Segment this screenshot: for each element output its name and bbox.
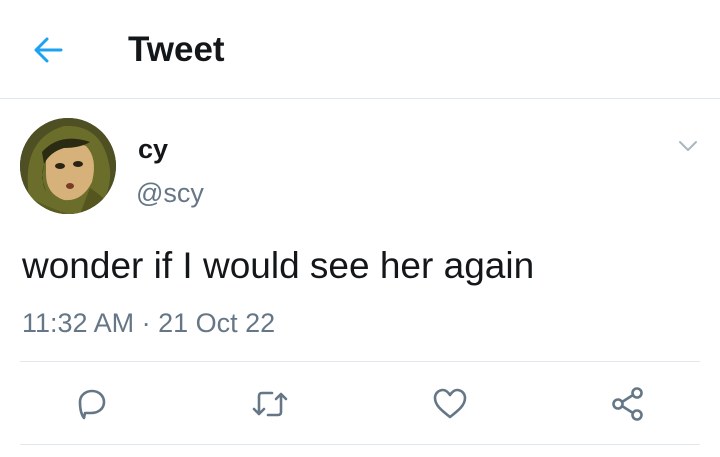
tweet-text: wonder if I would see her again	[22, 245, 535, 286]
author-display-name[interactable]: cy	[138, 133, 168, 165]
reply-icon	[78, 389, 106, 420]
tweet-date: 21 Oct 22	[158, 308, 276, 338]
more-options-button[interactable]	[668, 128, 708, 164]
chevron-down-icon	[679, 141, 697, 151]
share-icon	[612, 387, 643, 421]
heart-icon	[433, 388, 467, 419]
tweet-time: 11:32 AM	[22, 308, 135, 338]
arrow-left-icon	[34, 37, 63, 63]
retweet-icon	[252, 391, 288, 417]
page-title: Tweet	[128, 30, 225, 69]
back-button[interactable]	[28, 30, 68, 70]
share-button[interactable]	[606, 382, 650, 426]
app-header: Tweet	[0, 0, 720, 99]
timestamp-separator: ·	[141, 308, 151, 338]
tweet-timestamp[interactable]: 11:32 AM · 21 Oct 22	[22, 305, 275, 341]
author-handle[interactable]: @scy	[136, 176, 204, 210]
reply-button[interactable]	[70, 382, 114, 426]
retweet-button[interactable]	[248, 382, 292, 426]
tweet-actions	[0, 362, 720, 444]
divider	[20, 444, 700, 445]
like-button[interactable]	[428, 382, 472, 426]
avatar[interactable]	[20, 118, 116, 214]
avatar-image	[20, 118, 116, 214]
